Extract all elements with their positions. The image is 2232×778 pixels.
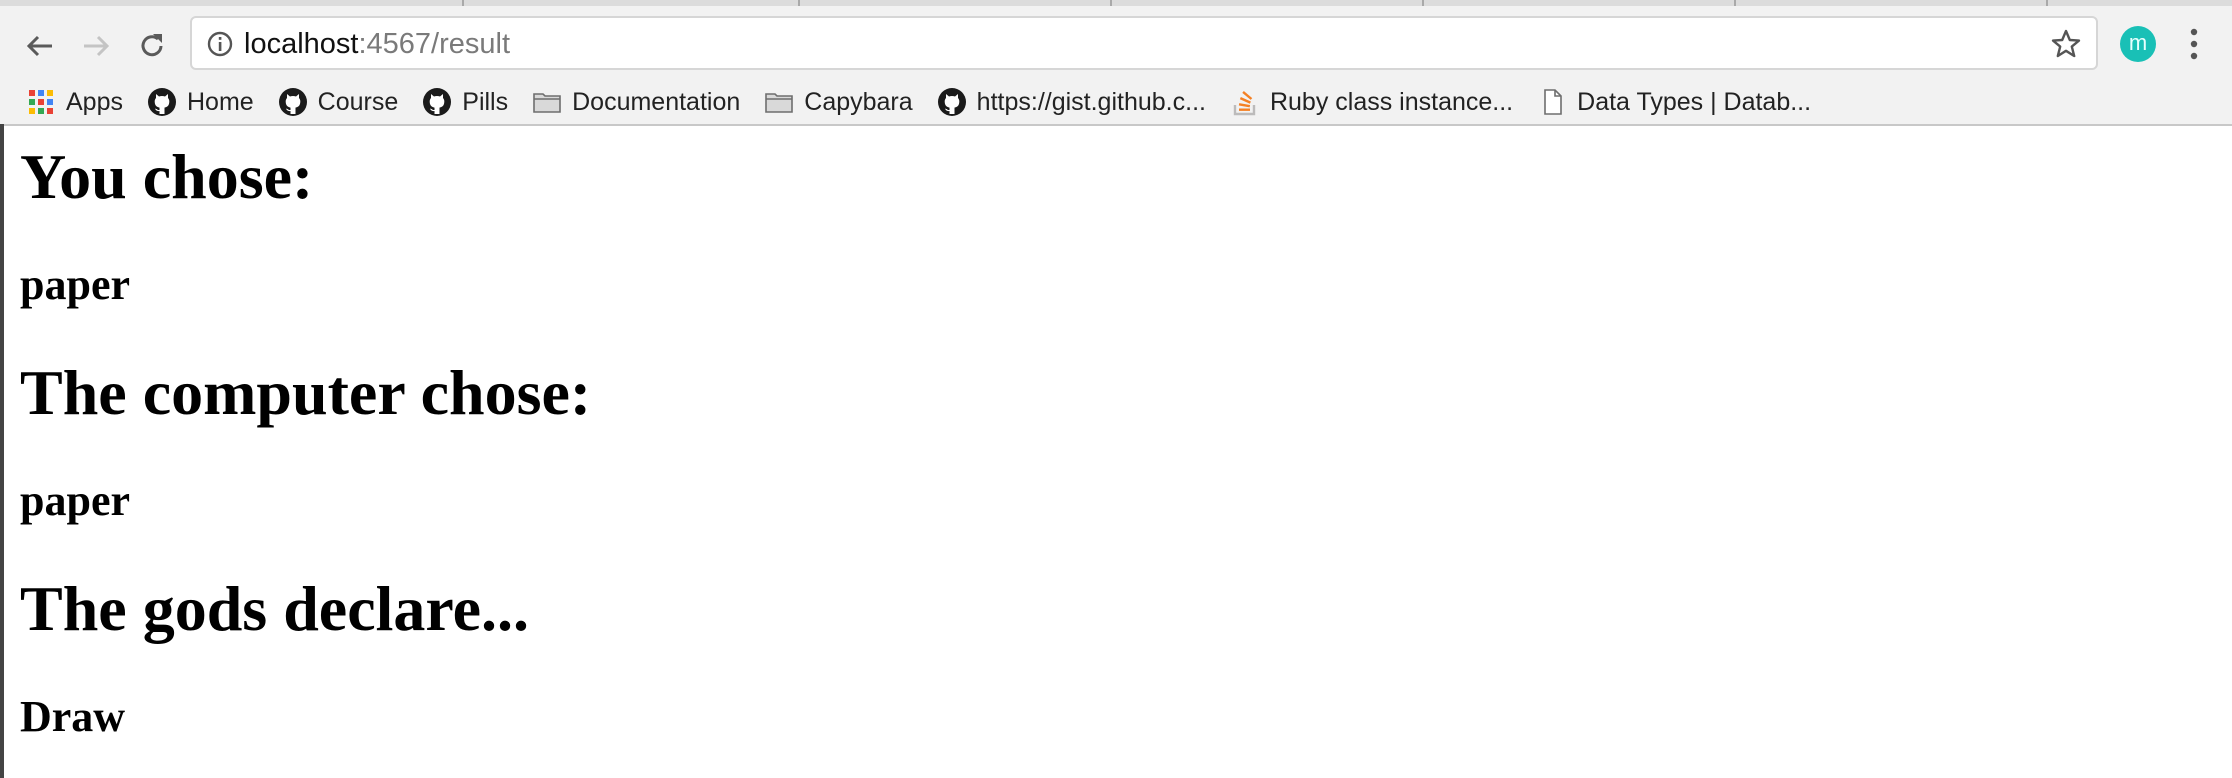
forward-button[interactable] xyxy=(70,20,122,72)
bookmark-documentation[interactable]: Documentation xyxy=(532,87,740,117)
you-chose-heading: You chose: xyxy=(20,141,314,212)
bookmark-label: Apps xyxy=(66,87,123,116)
address-bar[interactable]: localhost:4567/result xyxy=(190,16,2098,70)
kebab-menu-icon[interactable] xyxy=(2182,24,2206,64)
url-path: :4567/result xyxy=(358,28,511,60)
bookmark-label: Pills xyxy=(462,87,509,116)
apps-grid-icon xyxy=(29,90,53,114)
bookmark-label: Documentation xyxy=(572,87,741,116)
github-icon xyxy=(147,88,176,116)
bookmark-course[interactable]: Course xyxy=(278,87,399,117)
bookmark-pills[interactable]: Pills xyxy=(422,87,508,117)
github-icon xyxy=(937,88,966,116)
profile-avatar[interactable]: m xyxy=(2120,26,2156,62)
bookmark-label: Ruby class instance... xyxy=(1269,87,1514,116)
page-icon xyxy=(1544,89,1562,115)
reload-button[interactable] xyxy=(126,20,178,72)
bookmark-home[interactable]: Home xyxy=(147,87,254,117)
bookmark-apps[interactable]: Apps xyxy=(26,87,123,117)
back-button[interactable] xyxy=(14,20,66,72)
github-icon xyxy=(278,88,307,116)
bookmark-label: Home xyxy=(186,87,254,116)
url-host: localhost xyxy=(244,28,359,60)
info-icon[interactable] xyxy=(206,30,234,58)
computer-chose-value: paper xyxy=(20,476,130,525)
verdict-value: Draw xyxy=(20,692,126,741)
bookmark-capybara[interactable]: Capybara xyxy=(764,87,913,117)
bookmark-ruby-class[interactable]: Ruby class instance... xyxy=(1230,87,1513,117)
verdict-heading: The gods declare... xyxy=(20,573,530,644)
folder-icon xyxy=(533,93,561,113)
bookmark-star-icon[interactable] xyxy=(2050,28,2082,60)
bookmark-label: https://gist.github.c... xyxy=(976,87,1206,116)
computer-chose-heading: The computer chose: xyxy=(20,357,592,428)
back-arrow-icon xyxy=(26,35,52,57)
bookmark-data-types[interactable]: Data Types | Datab... xyxy=(1537,87,1811,117)
url-text[interactable]: localhost:4567/result xyxy=(244,26,510,62)
bookmark-label: Data Types | Datab... xyxy=(1577,87,1812,116)
forward-arrow-icon xyxy=(84,35,110,57)
stackoverflow-icon xyxy=(1233,91,1256,116)
reload-icon xyxy=(141,34,163,57)
bookmarks-bar: Apps Home Course Pills Documentation Cap… xyxy=(26,82,1835,122)
browser-toolbar: localhost:4567/result m Apps Home Course… xyxy=(0,6,2232,126)
window-edge xyxy=(0,124,4,778)
you-chose-value: paper xyxy=(20,260,130,309)
bookmark-label: Course xyxy=(317,87,399,116)
bookmark-gist[interactable]: https://gist.github.c... xyxy=(937,87,1206,117)
github-icon xyxy=(423,88,452,116)
bookmark-label: Capybara xyxy=(804,87,913,116)
folder-icon xyxy=(765,93,794,113)
